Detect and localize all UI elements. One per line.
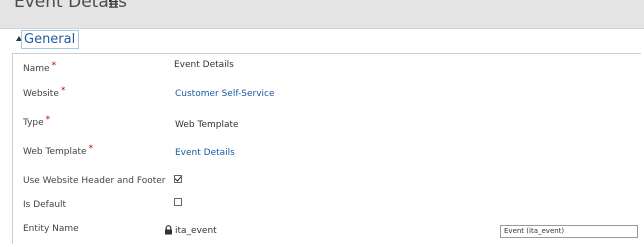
entity-name-dropdown[interactable]: Event (ita_event) <box>500 225 638 238</box>
entity-name-label: Entity Name <box>23 224 79 234</box>
web-template-label: Web Template * <box>23 144 94 157</box>
entity-name-value: ita_event <box>175 226 217 236</box>
required-marker: * <box>45 115 51 125</box>
is-default-checkbox[interactable] <box>174 198 182 206</box>
use-header-footer-checkbox[interactable] <box>174 175 182 183</box>
website-label: Website * <box>23 86 66 99</box>
name-value[interactable]: Event Details <box>174 60 234 70</box>
type-label: Type * <box>23 115 51 128</box>
required-marker: * <box>88 144 94 154</box>
section-title-general[interactable]: General <box>21 30 80 49</box>
name-label: Name * <box>23 61 57 74</box>
general-section-form <box>12 53 641 244</box>
use-header-footer-label: Use Website Header and Footer <box>23 176 166 186</box>
type-value[interactable]: Web Template <box>175 120 239 130</box>
web-template-link[interactable]: Event Details <box>175 148 235 158</box>
lock-icon <box>165 225 172 235</box>
required-marker: * <box>51 61 57 71</box>
is-default-label: Is Default <box>23 200 67 210</box>
list-menu-icon[interactable] <box>109 0 118 9</box>
page-header: Event Details <box>0 0 644 29</box>
required-marker: * <box>60 86 66 96</box>
website-link[interactable]: Customer Self-Service <box>175 89 275 99</box>
